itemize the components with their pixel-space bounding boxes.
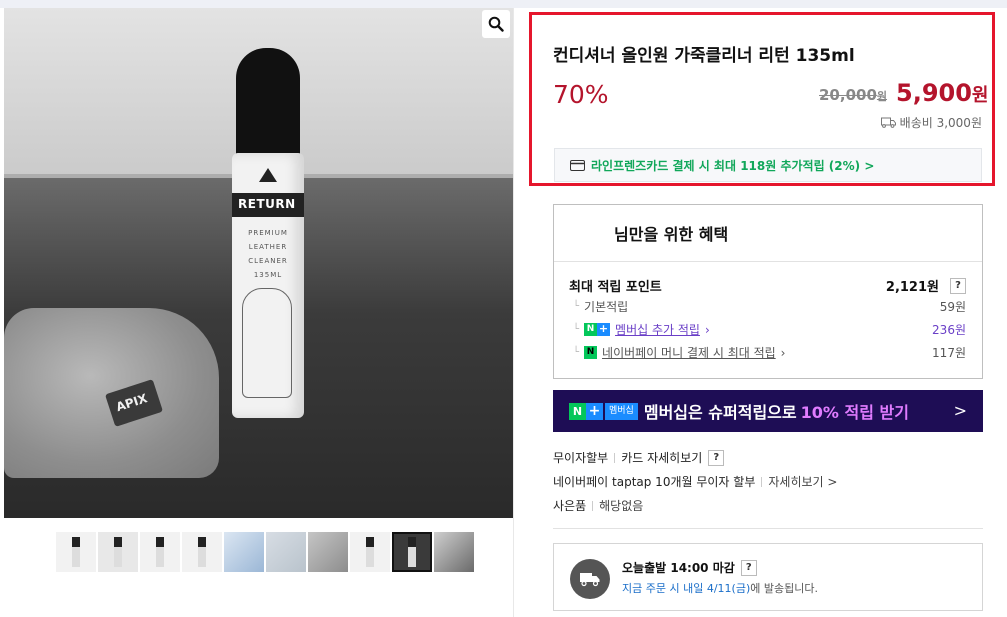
max-points-row: 최대 적립 포인트 2,121원? [569, 276, 966, 295]
thumbnail-strip [56, 532, 474, 572]
bottle-logo-icon [259, 168, 277, 182]
tree-branch-icon: └ [573, 347, 580, 358]
delivery-box: 오늘출발 14:00 마감? 지금 주문 시 내일 4/11(금)에 발송됩니다… [553, 543, 983, 611]
card-detail-link[interactable]: 카드 자세히보기 [621, 449, 702, 466]
banner-message: 멤버십은 슈퍼적립으로 [643, 403, 797, 422]
membership-banner[interactable]: N + 멤버십 멤버십은 슈퍼적립으로 10% 적립 받기 > [553, 390, 983, 432]
membership-points-link[interactable]: 멤버십 추가 적립 [615, 321, 700, 338]
tree-branch-icon: └ [573, 301, 580, 312]
points-row-naverpay-value: 117원 [932, 346, 966, 360]
benefit-separator [554, 261, 982, 262]
points-row-naverpay: └ N 네이버페이 머니 결제 시 최대 적립 › 117원 [569, 344, 966, 361]
help-icon[interactable]: ? [740, 559, 757, 576]
thumbnail-8[interactable] [350, 532, 390, 572]
delivery-subtitle: 지금 주문 시 내일 4/11(금)에 발송됩니다. [622, 582, 818, 595]
bottle-band: RETURN [232, 193, 304, 217]
max-points-value: 2,121원 [885, 280, 939, 295]
product-title: 컨디셔너 올인원 가죽클리너 리턴 135ml [553, 46, 855, 66]
magnifier-icon [488, 16, 504, 32]
max-points-label: 최대 적립 포인트 [569, 280, 662, 295]
bottle-cap [236, 48, 300, 158]
installment-detail-link[interactable]: 자세히보기 > [768, 473, 837, 490]
thumbnail-9[interactable] [392, 532, 432, 572]
card-promo-bar[interactable]: 라인프렌즈카드 결제 시 최대 118원 추가적립 (2%) > [554, 148, 982, 182]
delivery-title: 오늘출발 14:00 마감? [622, 559, 757, 576]
card-promo-text[interactable]: 라인프렌즈카드 결제 시 최대 118원 추가적립 (2%) > [591, 157, 874, 174]
help-icon[interactable]: ? [708, 449, 725, 466]
column-divider [513, 8, 514, 617]
gift-line: 사은품 해당없음 [553, 497, 643, 514]
points-row-membership: └ N + 멤버십 추가 적립 › 236원 [569, 321, 966, 338]
thumbnail-7[interactable] [308, 532, 348, 572]
gift-value: 해당없음 [599, 499, 644, 513]
bottle-text: PREMIUM LEATHER CLEANER 135ML [248, 229, 288, 279]
thumbnail-4[interactable] [182, 532, 222, 572]
naverpay-points-link[interactable]: 네이버페이 머니 결제 시 최대 적립 [602, 344, 776, 361]
thumbnail-10[interactable] [434, 532, 474, 572]
thumbnail-1[interactable] [56, 532, 96, 572]
banner-highlight: 10% 적립 받기 [800, 403, 909, 422]
naver-plus-badge-icon: N + [584, 323, 611, 336]
sale-price: 5,900원 [896, 79, 989, 107]
chevron-right-icon: > [953, 401, 967, 420]
installment-line: 무이자할부 카드 자세히보기 ? [553, 449, 725, 466]
divider [592, 500, 594, 511]
benefit-box: 님만을 위한 혜택 최대 적립 포인트 2,121원? └ 기본적립 59원 └ … [553, 204, 983, 379]
points-row-basic: └ 기본적립 59원 [569, 298, 966, 315]
chevron-right-icon: › [704, 322, 710, 337]
thumbnail-6[interactable] [266, 532, 306, 572]
points-row-basic-label: 기본적립 [584, 300, 629, 314]
photo-bottle: RETURN PREMIUM LEATHER CLEANER 135ML [232, 48, 304, 418]
gift-label: 사은품 [553, 499, 587, 513]
thumbnail-5[interactable] [224, 532, 264, 572]
shipping-fee: 배송비 3,000원 [880, 114, 982, 131]
bottle-label: RETURN [238, 197, 296, 211]
thumbnail-3[interactable] [140, 532, 180, 572]
naverpay-installment-text: 네이버페이 taptap 10개월 무이자 할부 [553, 475, 756, 489]
help-icon[interactable]: ? [950, 277, 966, 294]
section-separator [553, 528, 983, 529]
divider [614, 452, 616, 463]
delivery-truck-icon [570, 559, 610, 599]
chevron-right-icon: › [780, 345, 786, 360]
naverpay-installment-line: 네이버페이 taptap 10개월 무이자 할부 자세히보기 > [553, 473, 837, 490]
product-main-image[interactable]: RETURN PREMIUM LEATHER CLEANER135ML [4, 8, 513, 518]
shipping-text: 배송비 3,000원 [899, 116, 982, 130]
original-price: 20,000원 [819, 86, 888, 104]
points-row-membership-value: 236원 [932, 323, 966, 337]
tree-branch-icon: └ [573, 324, 580, 335]
top-strip [0, 0, 1007, 8]
bottle-chair-illustration [242, 288, 292, 398]
thumbnail-2[interactable] [98, 532, 138, 572]
credit-card-icon [570, 159, 585, 171]
zoom-button[interactable] [482, 10, 510, 38]
naverpay-badge-icon: N [584, 346, 598, 359]
divider [761, 476, 763, 487]
benefit-title: 님만을 위한 혜택 [614, 225, 729, 244]
truck-icon [880, 117, 896, 128]
installment-label: 무이자할부 [553, 451, 609, 465]
discount-rate: 70% [553, 80, 609, 109]
membership-badge-icon: N + 멤버십 [569, 402, 638, 420]
points-row-basic-value: 59원 [939, 300, 966, 314]
